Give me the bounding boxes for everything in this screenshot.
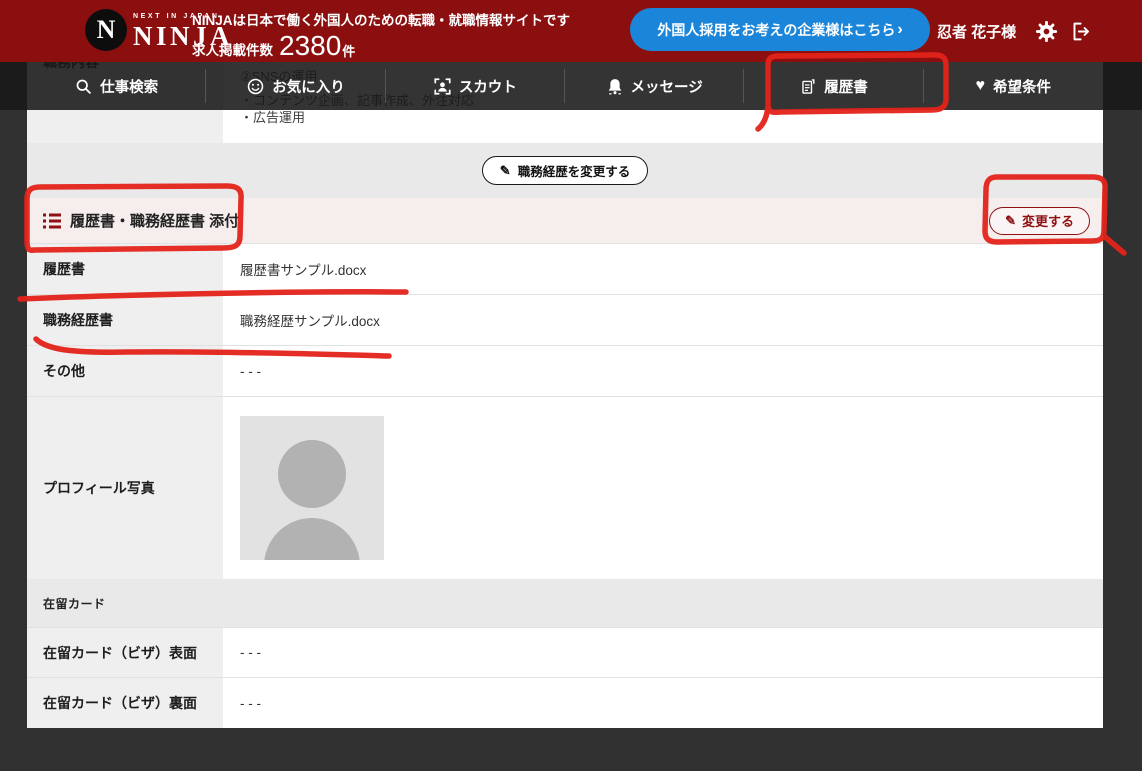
section-title: 履歴書・職務経歴書 添付 [70,210,989,231]
section-header-attachments: 履歴書・職務経歴書 添付 ✎ 変更する [27,198,1103,243]
scout-icon [434,78,451,95]
site-description: NINJAは日本で働く外国人のための転職・就職情報サイトです 求人掲載件数 23… [192,9,570,60]
row-value [223,397,1103,579]
settings-button[interactable] [1035,0,1058,62]
row-label: プロフィール写真 [27,397,223,579]
row-label: 職務経歴書 [27,295,223,345]
logo-mark: N [97,15,116,45]
nav-item-label: スカウト [459,76,517,97]
employer-button-label: 外国人採用をお考えの企業様はこちら [657,20,895,40]
change-attachments-button-label: 変更する [1022,211,1074,230]
cv-file-name: 職務経歴サンプル.docx [223,295,1103,345]
gear-icon [1035,20,1058,43]
change-career-button[interactable]: ✎ 職務経歴を変更する [482,156,648,185]
section-title: 在留カード [43,595,106,612]
ninja-logo-icon[interactable]: N [85,9,127,51]
career-change-band: ✎ 職務経歴を変更する [27,143,1103,198]
jobs-count: 求人掲載件数 2380 件 [192,32,570,60]
nav-item-label: 希望条件 [993,76,1051,97]
page: 職務内容 ②SNSの運用 ・コンテンツ企画、記事作成、外注対応 ・広告運用 ✎ … [0,0,1142,771]
main-nav: 仕事検索 お気に入り スカウト [0,62,1142,110]
employer-link-button[interactable]: 外国人採用をお考えの企業様はこちら › [630,8,930,51]
bell-icon [607,78,623,95]
document-icon [800,78,816,95]
pencil-icon: ✎ [1005,214,1016,227]
nav-item-label: 仕事検索 [100,76,158,97]
table-row-resume: 履歴書 履歴書サンプル.docx [27,243,1103,294]
jobs-count-unit: 件 [342,45,355,60]
nav-item-messages[interactable]: メッセージ [565,62,744,110]
resume-file-name: 履歴書サンプル.docx [223,244,1103,294]
change-career-button-label: 職務経歴を変更する [518,161,631,180]
job-desc-line: ・広告運用 [240,109,1103,126]
row-value-empty: - - - [223,346,1103,396]
row-value-empty: - - - [223,628,1103,677]
table-row-other: その他 - - - [27,345,1103,396]
nav-item-label: 履歴書 [824,76,868,97]
user-name: 忍者 花子様 [937,0,1016,62]
table-row-visa-front: 在留カード（ビザ）表面 - - - [27,627,1103,677]
jobs-count-number: 2380 [279,32,341,60]
logout-icon [1071,21,1092,42]
table-row-profile-photo: プロフィール写真 [27,396,1103,579]
resume-content-card: 職務内容 ②SNSの運用 ・コンテンツ企画、記事作成、外注対応 ・広告運用 ✎ … [27,40,1103,728]
heart-icon: ♥ [976,78,986,94]
annotation-tail-change-button [1104,236,1124,253]
change-attachments-button[interactable]: ✎ 変更する [989,207,1090,235]
row-label: その他 [27,346,223,396]
site-tagline: NINJAは日本で働く外国人のための転職・就職情報サイトです [192,9,570,29]
nav-item-preferences[interactable]: ♥ 希望条件 [924,62,1103,110]
nav-item-label: メッセージ [631,76,703,97]
section-header-residence-card: 在留カード [27,579,1103,627]
search-icon [75,78,92,95]
table-row-cv: 職務経歴書 職務経歴サンプル.docx [27,294,1103,345]
nav-item-resume[interactable]: 履歴書 [744,62,923,110]
row-value-empty: - - - [223,678,1103,728]
jobs-count-label: 求人掲載件数 [192,44,273,61]
avatar [240,416,384,560]
row-label: 在留カード（ビザ）裏面 [27,678,223,728]
chevron-right-icon: › [897,21,902,39]
row-label: 在留カード（ビザ）表面 [27,628,223,677]
row-label: 履歴書 [27,244,223,294]
nav-item-scout[interactable]: スカウト [386,62,565,110]
logout-button[interactable] [1071,0,1092,62]
nav-item-favorites[interactable]: お気に入り [206,62,385,110]
nav-item-label: お気に入り [272,76,345,97]
smiley-icon [247,78,264,95]
list-icon [43,213,61,229]
site-header: N NEXT IN JAPAN NINJA NINJAは日本で働く外国人のための… [0,0,1142,62]
table-row-visa-back: 在留カード（ビザ）裏面 - - - [27,677,1103,728]
pencil-icon: ✎ [500,164,511,177]
avatar-placeholder-icon [240,416,384,560]
nav-item-job-search[interactable]: 仕事検索 [27,62,206,110]
